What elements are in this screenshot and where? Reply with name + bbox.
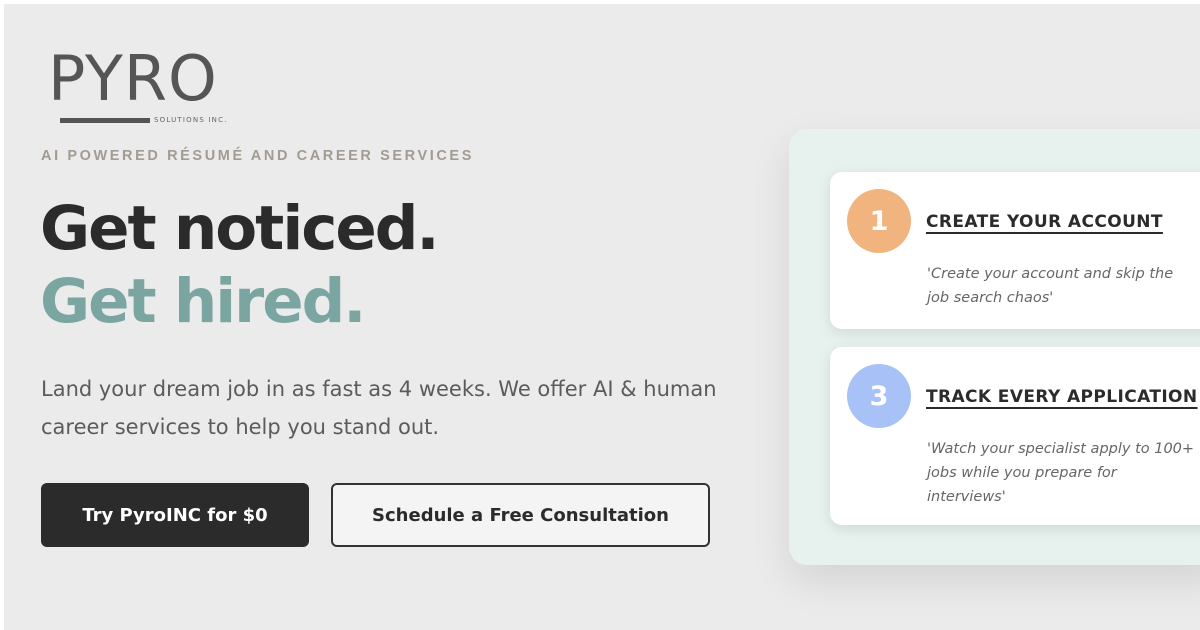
headline-accent: Get hired. [40,266,366,337]
step-title[interactable]: TRACK EVERY APPLICATION [926,387,1198,407]
step-number-badge: 1 [847,189,911,253]
logo-wordmark: PYRO [48,42,218,115]
pyro-logo[interactable]: PYRO SOLUTIONS INC. [48,44,258,130]
tagline-eyebrow: AI POWERED RÉSUMÉ AND CAREER SERVICES [41,148,474,164]
step-description: 'Create your account and skip the job se… [927,266,1174,306]
hero-section: PYRO SOLUTIONS INC. AI POWERED RÉSUMÉ AN… [4,4,1200,630]
logo-subtitle: SOLUTIONS INC. [154,116,228,124]
try-free-button[interactable]: Try PyroINC for $0 [41,483,309,547]
hero-description: Land your dream job in as fast as 4 week… [41,377,717,439]
step-number-badge: 3 [847,364,911,428]
steps-panel: 1 CREATE YOUR ACCOUNT 'Create your accou… [789,129,1200,565]
headline-primary: Get noticed. [40,193,440,264]
logo-underline [60,118,150,123]
schedule-consultation-button[interactable]: Schedule a Free Consultation [331,483,710,547]
step-title[interactable]: CREATE YOUR ACCOUNT [926,212,1163,232]
step-description: 'Watch your specialist apply to 100+ job… [927,441,1195,505]
step-card: 3 TRACK EVERY APPLICATION 'Watch your sp… [830,347,1200,525]
step-card: 1 CREATE YOUR ACCOUNT 'Create your accou… [830,172,1200,329]
